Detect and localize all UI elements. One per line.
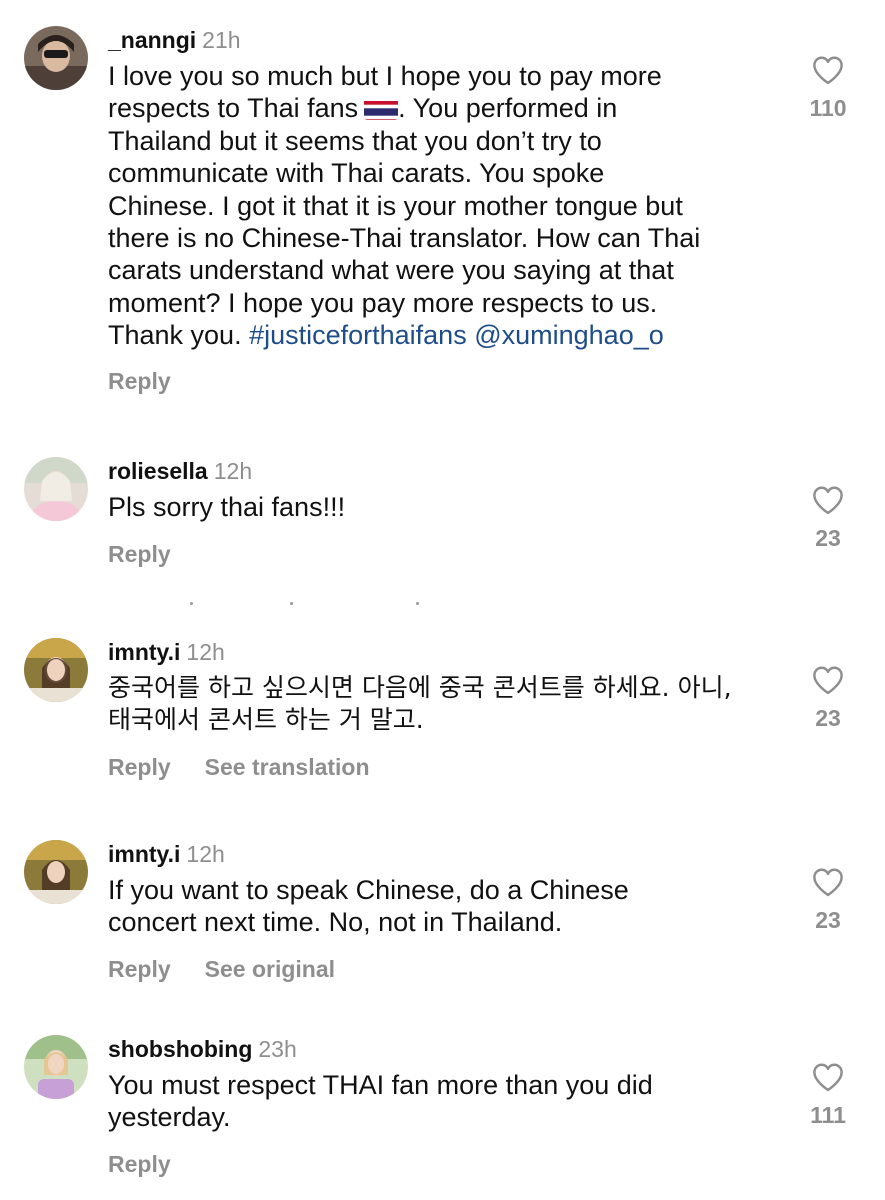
comment-text: I love you so much but I hope you to pay… (108, 60, 788, 352)
avatar[interactable] (24, 840, 88, 904)
like-control: 23 (793, 485, 863, 552)
like-count: 23 (815, 907, 841, 933)
avatar[interactable] (24, 26, 88, 90)
username[interactable]: shobshobing (108, 1036, 252, 1062)
heart-icon[interactable] (811, 867, 845, 897)
divider (190, 602, 420, 606)
comment-meta: roliesella 12h (108, 457, 788, 485)
timestamp: 23h (258, 1036, 297, 1062)
like-control: 111 (793, 1062, 863, 1129)
like-count: 23 (815, 525, 841, 551)
avatar[interactable] (24, 1035, 88, 1099)
reply-button[interactable]: Reply (108, 956, 171, 982)
comment-text-part: . You performed in Thailand but it seems… (108, 93, 701, 351)
timestamp: 12h (186, 841, 225, 867)
heart-icon[interactable] (811, 485, 845, 515)
username[interactable]: _nanngi (108, 27, 196, 53)
like-count: 111 (810, 1102, 846, 1128)
like-control: 110 (793, 55, 863, 122)
reply-button[interactable]: Reply (108, 541, 171, 567)
comment-text: 중국어를 하고 싶으시면 다음에 중국 콘서트를 하세요. 아니, 태국에서 콘… (108, 673, 732, 735)
reply-button[interactable]: Reply (108, 368, 171, 394)
heart-icon[interactable] (811, 55, 845, 85)
comment-actions: Reply (108, 368, 205, 395)
avatar[interactable] (24, 457, 88, 521)
comment-text: If you want to speak Chinese, do a Chine… (108, 875, 629, 938)
reply-button[interactable]: Reply (108, 1151, 171, 1177)
comment-actions: Reply (108, 541, 205, 568)
comment-meta: imnty.i 12h (108, 638, 788, 666)
username[interactable]: imnty.i (108, 841, 180, 867)
mention-link[interactable]: @xuminghao_o (474, 320, 664, 350)
hashtag-link[interactable]: #justiceforthaifans (249, 320, 467, 350)
comment-actions: Reply See translation (108, 754, 404, 781)
like-count: 110 (809, 95, 847, 121)
timestamp: 12h (186, 639, 225, 665)
reply-button[interactable]: Reply (108, 754, 171, 780)
like-count: 23 (815, 705, 841, 731)
comment-text: Pls sorry thai fans!!! (108, 492, 346, 522)
comment-actions: Reply (108, 1151, 205, 1178)
like-control: 23 (793, 867, 863, 934)
timestamp: 12h (213, 458, 253, 484)
see-translation-button[interactable]: See translation (205, 754, 370, 780)
comment-meta: shobshobing 23h (108, 1035, 788, 1063)
comment-meta: _nanngi 21h (108, 26, 788, 54)
avatar[interactable] (24, 638, 88, 702)
comment-actions: Reply See original (108, 956, 369, 983)
username[interactable]: imnty.i (108, 639, 180, 665)
timestamp: 21h (202, 27, 241, 53)
comment-meta: imnty.i 12h (108, 840, 788, 868)
see-original-button[interactable]: See original (205, 956, 335, 982)
heart-icon[interactable] (811, 1062, 845, 1092)
heart-icon[interactable] (811, 665, 845, 695)
username[interactable]: roliesella (108, 458, 208, 484)
thailand-flag-icon (364, 98, 399, 121)
comment-text: You must respect THAI fan more than you … (108, 1070, 653, 1133)
like-control: 23 (793, 665, 863, 732)
